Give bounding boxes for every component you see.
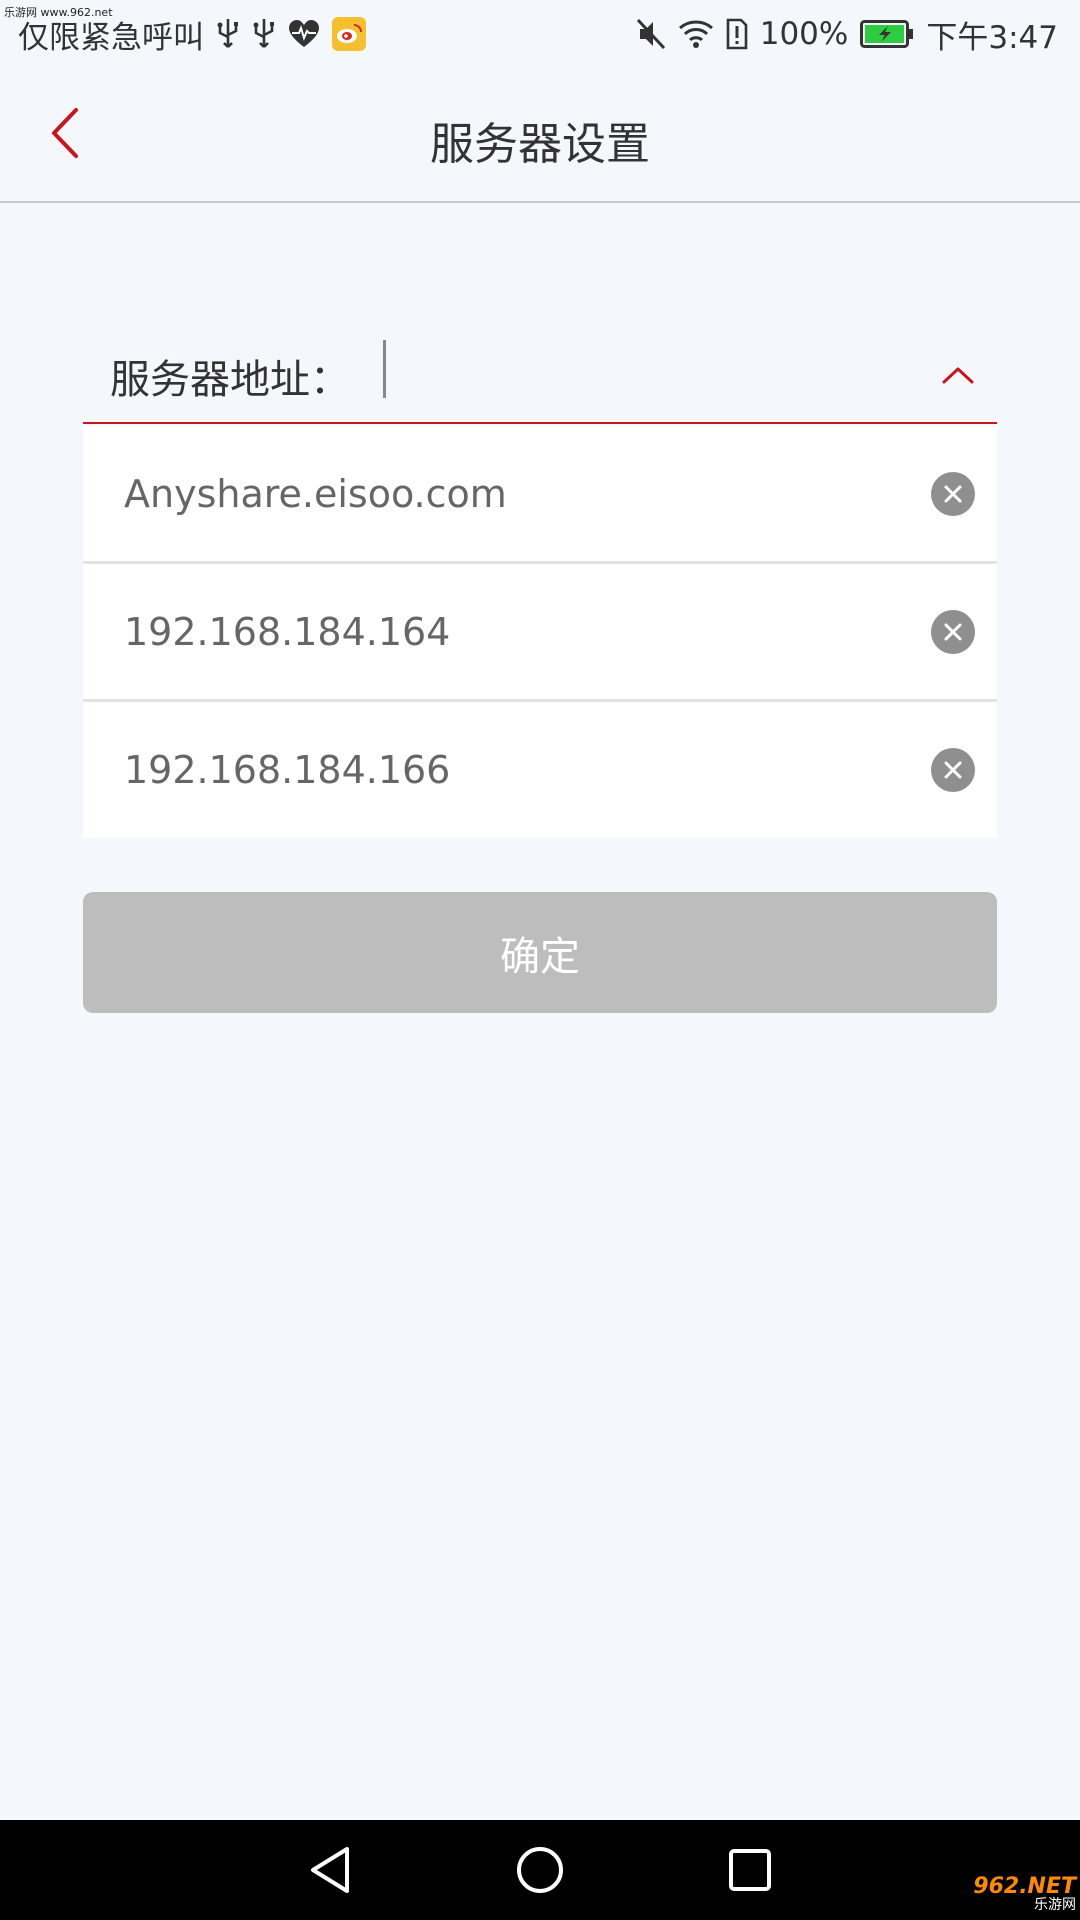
clear-icon[interactable]	[931, 748, 975, 792]
clear-icon[interactable]	[931, 471, 975, 516]
circle-home-icon	[517, 1847, 563, 1893]
server-address-text: 192.168.184.164	[124, 609, 451, 654]
list-item[interactable]: 192.168.184.164	[83, 564, 997, 702]
wifi-icon	[678, 14, 714, 54]
navigation-bar	[0, 1820, 1080, 1920]
square-recents-icon	[729, 1849, 771, 1891]
page-title: 服务器设置	[430, 119, 650, 170]
server-address-input[interactable]	[381, 340, 901, 400]
triangle-back-icon	[311, 1847, 349, 1893]
server-address-field: 服务器地址：	[83, 330, 997, 424]
chevron-up-icon	[942, 367, 974, 384]
nav-home-button[interactable]	[510, 1840, 570, 1900]
weibo-icon	[332, 17, 366, 51]
server-address-text: Anyshare.eisoo.com	[124, 471, 507, 516]
watermark-brand-cn: 乐游网	[1034, 1897, 1076, 1913]
clock-time: 下午3:47	[926, 19, 1058, 56]
nav-back-button[interactable]	[300, 1840, 360, 1900]
server-address-text: 192.168.184.166	[124, 748, 451, 792]
status-bar: 仅限紧急呼叫 100% 下午3:47	[0, 0, 1080, 68]
collapse-dropdown-button[interactable]	[933, 350, 983, 400]
server-address-label: 服务器地址：	[110, 357, 350, 403]
server-history-list: Anyshare.eisoo.com 192.168.184.164 192.1…	[83, 426, 997, 838]
list-item[interactable]: 192.168.184.166	[83, 702, 997, 838]
status-right: 100% 下午3:47	[636, 12, 1058, 57]
usb-debug-icon	[252, 14, 276, 54]
confirm-button[interactable]: 确定	[83, 892, 997, 1013]
nav-recents-button[interactable]	[720, 1840, 780, 1900]
list-item[interactable]: Anyshare.eisoo.com	[83, 426, 997, 564]
text-cursor	[383, 340, 386, 398]
battery-charging-icon	[860, 14, 914, 54]
usb-icon	[216, 14, 240, 54]
clear-icon[interactable]	[931, 609, 975, 654]
mute-icon	[636, 14, 666, 54]
watermark-top: 乐游网 www.962.net	[4, 6, 113, 19]
app-bar: 服务器设置	[0, 68, 1080, 203]
watermark-bottom: 962.NET 乐游网	[940, 1874, 1076, 1914]
battery-percent: 100%	[759, 16, 849, 52]
watermark-brand: 962.NET	[973, 1874, 1076, 1899]
sim-alert-icon	[726, 14, 748, 54]
screen: 仅限紧急呼叫 100% 下午3:47 乐游网 www.962.net 服务器设置…	[0, 0, 1080, 1920]
heart-pulse-icon	[288, 14, 320, 54]
